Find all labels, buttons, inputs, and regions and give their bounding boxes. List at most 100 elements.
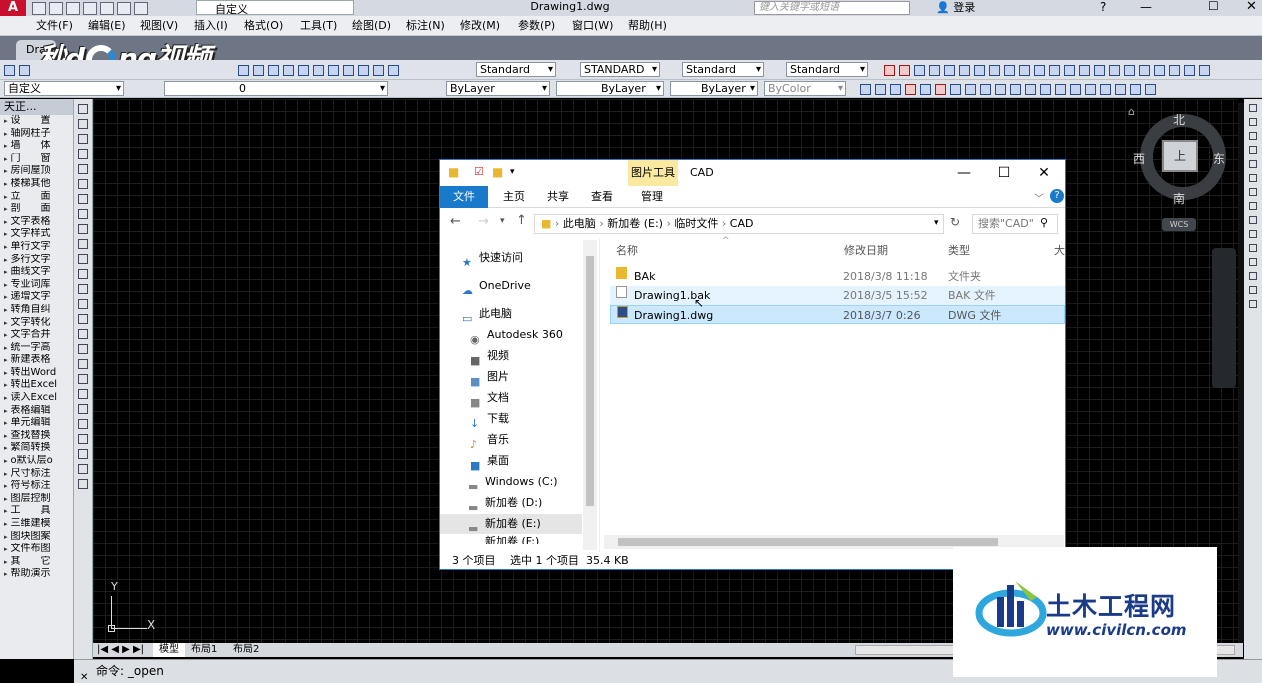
nav-item[interactable]: ■ 桌面 [440, 451, 582, 472]
xline-icon[interactable] [78, 119, 88, 129]
tianzheng-menu-item[interactable]: 读入Excel [0, 392, 73, 405]
tianzheng-menu-item[interactable]: 楼梯其他 [0, 178, 73, 191]
hatch-icon[interactable] [78, 314, 88, 324]
tab-file[interactable]: 文件 [440, 186, 488, 208]
nav-item[interactable]: ☁ OneDrive [440, 276, 582, 297]
minimize-icon[interactable]: — [1140, 0, 1152, 14]
hatch-icon[interactable] [1100, 83, 1111, 95]
tianzheng-menu-item[interactable]: 单元编辑 [0, 417, 73, 430]
compass-south[interactable]: 南 [1173, 190, 1185, 207]
scale-icon[interactable] [965, 83, 976, 95]
tianzheng-menu-item[interactable]: 帮助演示 [0, 568, 73, 581]
table-style-select[interactable]: Standard [682, 62, 764, 77]
recent-dropdown-icon[interactable]: ▾ [500, 216, 505, 226]
palettes-icon[interactable] [328, 64, 339, 76]
window-icon[interactable] [929, 64, 940, 76]
address-bar[interactable]: ■ › 此电脑 › 新加卷 (E:) › 临时文件 › CAD [534, 214, 944, 234]
menu-view[interactable]: 视图(V) [140, 19, 178, 33]
tianzheng-menu-item[interactable]: 递增文字 [0, 291, 73, 304]
nav-item[interactable]: ▬ 新加卷 (E:) [440, 514, 582, 535]
tab-layout1[interactable]: 布局1 [191, 643, 217, 657]
snap-settings-icon[interactable] [1249, 300, 1257, 308]
make-block-icon[interactable] [78, 284, 88, 294]
region-icon[interactable] [78, 344, 88, 354]
column-icon[interactable] [899, 64, 910, 76]
tianzheng-menu-item[interactable]: 图块图案 [0, 531, 73, 544]
mirror-icon[interactable] [890, 83, 901, 95]
pan-icon[interactable] [238, 64, 249, 76]
compass-north[interactable]: 北 [1173, 111, 1185, 128]
print-icon[interactable] [100, 1, 114, 15]
offset-icon[interactable] [905, 83, 916, 95]
close-icon[interactable]: ✕ [1246, 0, 1257, 14]
tab-nav-icon[interactable]: |◀ ◀ ▶ ▶| [97, 643, 144, 657]
tianzheng-menu-item[interactable]: 单行文字 [0, 241, 73, 254]
polyline-icon[interactable] [78, 134, 88, 144]
workspace-select-2[interactable]: 自定义 [4, 81, 124, 96]
tianzheng-menu-item[interactable]: 表格编辑 [0, 405, 73, 418]
lineweight-select[interactable]: ByLayer [670, 81, 758, 96]
menu-modify[interactable]: 修改(M) [460, 19, 500, 33]
mtext-icon[interactable] [1145, 83, 1156, 95]
block-icon[interactable] [1124, 64, 1135, 76]
tool-icon[interactable] [1094, 64, 1105, 76]
column-type[interactable]: 类型 [948, 242, 970, 258]
menu-parametric[interactable]: 参数(P) [518, 19, 555, 33]
redo-icon[interactable] [134, 1, 148, 15]
snap-extension-icon[interactable] [1249, 160, 1257, 168]
tianzheng-menu-item[interactable]: 门 窗 [0, 153, 73, 166]
snap-intersection-icon[interactable] [1249, 132, 1257, 140]
workspace-select[interactable]: 自定义 [196, 0, 354, 16]
zoom-icon[interactable] [253, 64, 264, 76]
home-icon[interactable]: ⌂ [1128, 105, 1135, 118]
snap-perpendicular-icon[interactable] [1249, 216, 1257, 224]
table-icon[interactable] [1034, 64, 1045, 76]
tianzheng-menu-item[interactable]: 文字样式 [0, 228, 73, 241]
save-icon[interactable] [66, 1, 80, 15]
nav-item[interactable]: ▬ Windows (C:) [440, 472, 582, 493]
polygon-icon[interactable] [78, 149, 88, 159]
3d-icon[interactable] [1109, 64, 1120, 76]
tianzheng-menu-item[interactable]: 符号标注 [0, 480, 73, 493]
tab-view[interactable]: 查看 [582, 186, 622, 208]
room-icon[interactable] [959, 64, 970, 76]
new-icon[interactable] [4, 64, 15, 76]
nav-item[interactable]: ▬ 新加卷 (F:) [440, 532, 582, 544]
markup-icon[interactable] [358, 64, 369, 76]
line-icon[interactable] [78, 104, 88, 114]
nav-item[interactable]: ↓ 下载 [440, 409, 582, 430]
tianzheng-menu-item[interactable]: 繁简转换 [0, 442, 73, 455]
tianzheng-menu-item[interactable]: 设 置 [0, 115, 73, 128]
other-icon[interactable] [1154, 64, 1165, 76]
help-search-input[interactable]: 键入关键字或短语 [754, 1, 910, 15]
tianzheng-menu-item[interactable]: 转出Word [0, 367, 73, 380]
ellipse-arc-icon[interactable] [78, 254, 88, 264]
new-folder-icon[interactable]: ■ [492, 165, 503, 179]
calc-icon[interactable] [373, 64, 384, 76]
tianzheng-menu-item[interactable]: 立 面 [0, 191, 73, 204]
breadcrumb-cad[interactable]: CAD [730, 217, 754, 230]
nav-item[interactable]: ■ 视频 [440, 346, 582, 367]
tianzheng-menu-item[interactable]: 文件布图 [0, 543, 73, 556]
ellipse-icon[interactable] [78, 239, 88, 249]
compass-west[interactable]: 西 [1133, 150, 1145, 167]
column-name[interactable]: 名称 [616, 242, 638, 258]
layout-icon[interactable] [1139, 64, 1150, 76]
symbol-icon[interactable] [1064, 64, 1075, 76]
zoom-window-icon[interactable] [268, 64, 279, 76]
layer-select[interactable]: 0 [164, 81, 388, 96]
move-icon[interactable] [78, 479, 88, 489]
rotate-icon[interactable] [950, 83, 961, 95]
section-icon[interactable] [1004, 64, 1015, 76]
compass-east[interactable]: 东 [1213, 150, 1225, 167]
zoom-prev-icon[interactable] [283, 64, 294, 76]
tianzheng-menu-item[interactable]: 墙 体 [0, 140, 73, 153]
text-icon[interactable] [1019, 64, 1030, 76]
array-icon[interactable] [920, 83, 931, 95]
plotstyle-select[interactable]: ByColor [764, 81, 846, 96]
breadcrumb-this-pc[interactable]: 此电脑 [563, 217, 596, 230]
breadcrumb-temp[interactable]: 临时文件 [674, 217, 718, 230]
stretch-icon[interactable] [980, 83, 991, 95]
minimize-icon[interactable]: — [942, 162, 986, 184]
table-insert-icon[interactable] [1130, 83, 1141, 95]
